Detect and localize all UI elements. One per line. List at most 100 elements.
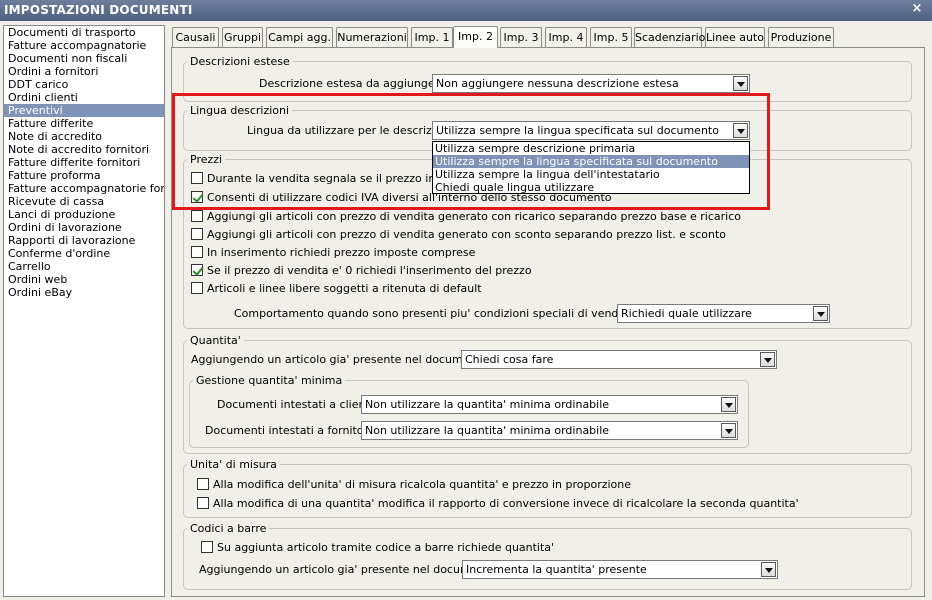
chevron-down-icon[interactable] xyxy=(733,76,748,91)
clienti-label: Documenti intestati a clienti : xyxy=(217,398,381,411)
checkbox[interactable] xyxy=(197,497,209,509)
prezzi-check-imposte[interactable]: In inserimento richiedi prezzo imposte c… xyxy=(191,245,511,260)
condizioni-value: Richiedi quale utilizzare xyxy=(621,307,752,320)
chevron-down-icon[interactable] xyxy=(721,423,736,438)
condizioni-select[interactable]: Richiedi quale utilizzare xyxy=(617,304,830,323)
lingua-option[interactable]: Utilizza sempre la lingua dell'intestata… xyxy=(433,168,749,181)
lingua-option[interactable]: Chiedi quale lingua utilizzare xyxy=(433,181,749,194)
checkbox[interactable] xyxy=(191,246,203,258)
lingua-dropdown-list[interactable]: Utilizza sempre descrizione primaria Uti… xyxy=(432,141,750,194)
barcode-value: Incrementa la quantita' presente xyxy=(466,563,647,576)
sidebar-item-carrello[interactable]: Carrello xyxy=(4,260,164,273)
tab-imp-3[interactable]: Imp. 3 xyxy=(500,27,542,48)
checkbox-label: Durante la vendita segnala se il prezzo … xyxy=(207,172,470,185)
tab-produzione[interactable]: Produzione xyxy=(768,27,834,48)
barcode-select[interactable]: Incrementa la quantita' presente xyxy=(462,560,778,579)
prezzi-check-sconto[interactable]: Aggiungi gli articoli con prezzo di vend… xyxy=(191,227,726,242)
chevron-down-icon[interactable] xyxy=(760,352,775,367)
lingua-descrizioni-legend: Lingua descrizioni xyxy=(190,104,290,117)
sidebar-item-ordini-di-lavorazione[interactable]: Ordini di lavorazione xyxy=(4,221,164,234)
checkbox[interactable] xyxy=(197,478,209,490)
checkbox-label: In inserimento richiedi prezzo imposte c… xyxy=(207,246,476,259)
sidebar-item-fatture-proforma[interactable]: Fatture proforma xyxy=(4,169,164,182)
sidebar-item-ordini-web[interactable]: Ordini web xyxy=(4,273,164,286)
lingua-option[interactable]: Utilizza sempre la lingua specificata su… xyxy=(433,155,749,168)
unita-check-ricalcola[interactable]: Alla modifica dell'unita' di misura rica… xyxy=(197,477,631,492)
sidebar-item-preventivi[interactable]: Preventivi xyxy=(4,104,164,117)
window-title: IMPOSTAZIONI DOCUMENTI xyxy=(4,3,193,17)
sidebar-item-note-di-accredito-fornitori[interactable]: Note di accredito fornitori xyxy=(4,143,164,156)
document-type-list[interactable]: Documenti di trasporto Fatture accompagn… xyxy=(3,25,165,597)
prezzi-check-ritenuta[interactable]: Articoli e linee libere soggetti a riten… xyxy=(191,281,511,296)
unita-misura-legend: Unita' di misura xyxy=(190,458,277,471)
chevron-down-icon[interactable] xyxy=(721,397,736,412)
sidebar-item-fatture-differite[interactable]: Fatture differite xyxy=(4,117,164,130)
sidebar-item-documenti-non-fiscali[interactable]: Documenti non fiscali xyxy=(4,52,164,65)
descrizione-estesa-select[interactable]: Non aggiungere nessuna descrizione estes… xyxy=(432,74,750,93)
sidebar-item-ddt-carico[interactable]: DDT carico xyxy=(4,78,164,91)
tab-scadenziario[interactable]: Scadenziario xyxy=(634,27,705,48)
barcode-check-quantita[interactable]: Su aggiunta articolo tramite codice a ba… xyxy=(201,540,554,555)
checkbox-label: Se il prezzo di vendita e' 0 richiedi l'… xyxy=(207,264,532,277)
checkbox-label: Aggiungi gli articoli con prezzo di vend… xyxy=(207,210,741,223)
tab-causali[interactable]: Causali xyxy=(172,27,219,48)
lingua-option[interactable]: Utilizza sempre descrizione primaria xyxy=(433,142,749,155)
chevron-down-icon[interactable] xyxy=(813,306,828,321)
condizioni-label: Comportamento quando sono presenti piu' … xyxy=(234,307,677,320)
tab-linee-auto[interactable]: Linee auto xyxy=(705,27,765,48)
chevron-down-icon[interactable] xyxy=(761,562,776,577)
checkbox[interactable] xyxy=(191,191,203,203)
tab-imp-1[interactable]: Imp. 1 xyxy=(411,27,453,48)
descrizione-estesa-value: Non aggiungere nessuna descrizione estes… xyxy=(436,77,679,90)
sidebar-item-rapporti-di-lavorazione[interactable]: Rapporti di lavorazione xyxy=(4,234,164,247)
quantita-select[interactable]: Chiedi cosa fare xyxy=(461,350,777,369)
tab-gruppi[interactable]: Gruppi xyxy=(222,27,263,48)
fornitori-value: Non utilizzare la quantita' minima ordin… xyxy=(365,424,610,437)
tab-campi-agg[interactable]: Campi agg. xyxy=(266,27,333,48)
checkbox-label: Articoli e linee libere soggetti a riten… xyxy=(207,282,482,295)
tab-imp-5[interactable]: Imp. 5 xyxy=(590,27,632,48)
sidebar-item-fatture-accompagnatorie[interactable]: Fatture accompagnatorie xyxy=(4,39,164,52)
sidebar-item-conferme-ordine[interactable]: Conferme d'ordine xyxy=(4,247,164,260)
sidebar-item-note-di-accredito[interactable]: Note di accredito xyxy=(4,130,164,143)
sidebar-item-lanci-di-produzione[interactable]: Lanci di produzione xyxy=(4,208,164,221)
window-title-bar: IMPOSTAZIONI DOCUMENTI × xyxy=(0,0,932,21)
sidebar-item-fatture-differite-fornitori[interactable]: Fatture differite fornitori xyxy=(4,156,164,169)
sidebar-item-documenti-di-trasporto[interactable]: Documenti di trasporto xyxy=(4,26,164,39)
checkbox[interactable] xyxy=(191,172,203,184)
clienti-select[interactable]: Non utilizzare la quantita' minima ordin… xyxy=(361,395,738,414)
sidebar-item-fatture-accompagnatorie-fornitori[interactable]: Fatture accompagnatorie fornito xyxy=(4,182,164,195)
checkbox[interactable] xyxy=(191,210,203,222)
quantita-minima-legend: Gestione quantita' minima xyxy=(196,374,343,387)
sidebar-item-ordini-clienti[interactable]: Ordini clienti xyxy=(4,91,164,104)
sidebar-item-ricevute-di-cassa[interactable]: Ricevute di cassa xyxy=(4,195,164,208)
prezzi-check-ricarico[interactable]: Aggiungi gli articoli con prezzo di vend… xyxy=(191,209,741,224)
descrizioni-estese-legend: Descrizioni estese xyxy=(190,55,290,68)
codici-barre-legend: Codici a barre xyxy=(190,522,267,535)
checkbox[interactable] xyxy=(201,541,213,553)
sidebar-item-ordini-a-fornitori[interactable]: Ordini a fornitori xyxy=(4,65,164,78)
prezzi-check-prezzo-zero[interactable]: Se il prezzo di vendita e' 0 richiedi l'… xyxy=(191,263,532,278)
checkbox-label: Alla modifica di una quantita' modifica … xyxy=(213,497,799,510)
barcode-label: Aggiungendo un articolo gia' presente ne… xyxy=(199,563,503,576)
tab-numerazioni[interactable]: Numerazioni xyxy=(336,27,408,48)
quantita-legend: Quantita' xyxy=(190,334,241,347)
checkbox-label: Alla modifica dell'unita' di misura rica… xyxy=(213,478,632,491)
checkbox[interactable] xyxy=(191,282,203,294)
checkbox[interactable] xyxy=(191,228,203,240)
prezzi-check-segnala[interactable]: Durante la vendita segnala se il prezzo … xyxy=(191,171,469,186)
fornitori-select[interactable]: Non utilizzare la quantita' minima ordin… xyxy=(361,421,738,440)
sidebar-item-ordini-ebay[interactable]: Ordini eBay xyxy=(4,286,164,299)
checkbox[interactable] xyxy=(191,264,203,276)
lingua-select[interactable]: Utilizza sempre la lingua specificata su… xyxy=(432,121,750,140)
settings-tab-bar: Causali Gruppi Campi agg. Numerazioni Im… xyxy=(172,26,932,48)
checkbox-label: Su aggiunta articolo tramite codice a ba… xyxy=(217,541,555,554)
unita-check-conversione[interactable]: Alla modifica di una quantita' modifica … xyxy=(197,496,799,511)
tab-imp-2[interactable]: Imp. 2 xyxy=(453,26,498,48)
checkbox-label: Aggiungi gli articoli con prezzo di vend… xyxy=(207,228,727,241)
descrizione-estesa-label: Descrizione estesa da aggiungere : xyxy=(259,77,453,90)
chevron-down-icon[interactable] xyxy=(733,123,748,138)
clienti-value: Non utilizzare la quantita' minima ordin… xyxy=(365,398,610,411)
close-icon[interactable]: × xyxy=(910,2,924,16)
tab-imp-4[interactable]: Imp. 4 xyxy=(545,27,587,48)
